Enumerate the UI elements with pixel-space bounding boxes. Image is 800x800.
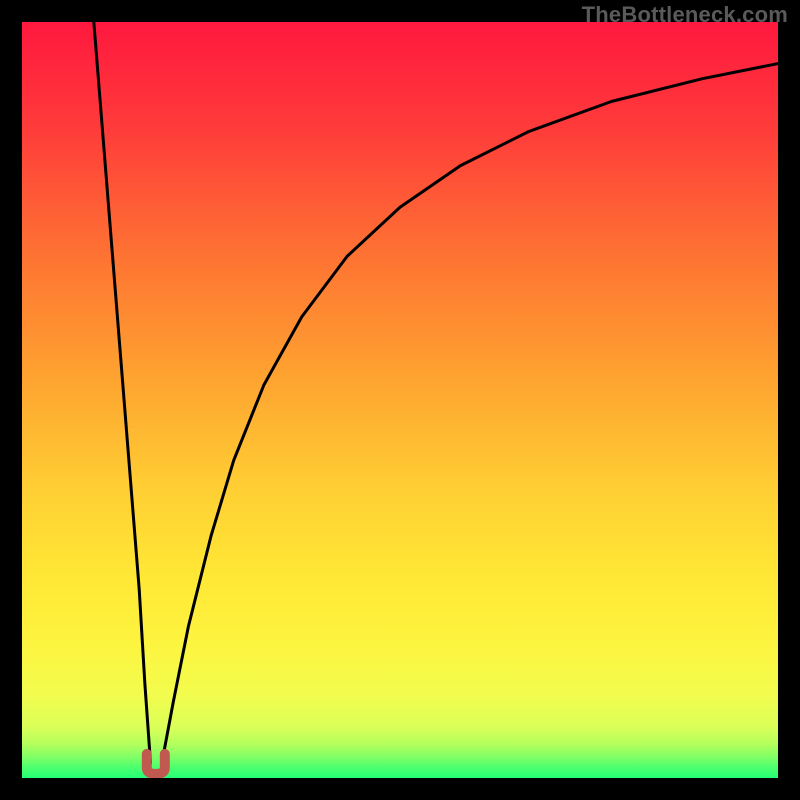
plot-area — [22, 22, 778, 778]
watermark-text: TheBottleneck.com — [582, 2, 788, 28]
chart-frame: TheBottleneck.com — [0, 0, 800, 800]
gradient-background — [22, 22, 778, 778]
chart-svg — [22, 22, 778, 778]
